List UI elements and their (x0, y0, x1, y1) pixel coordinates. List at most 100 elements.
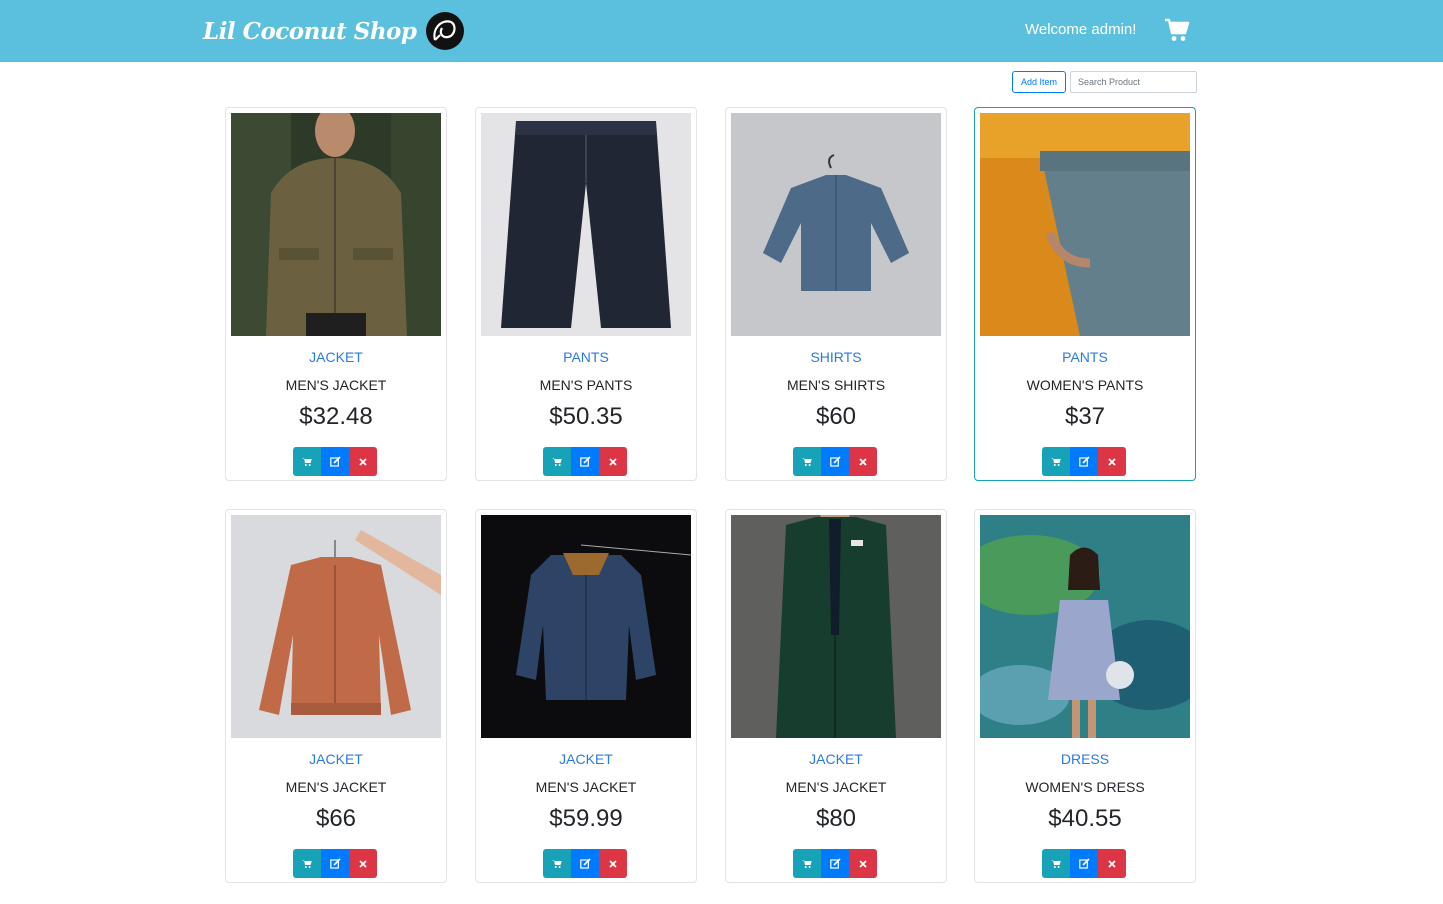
product-category[interactable]: SHIRTS (726, 349, 946, 365)
product-image[interactable] (231, 113, 441, 336)
search-input[interactable] (1070, 71, 1197, 93)
product-image[interactable] (980, 113, 1190, 336)
edit-icon (1078, 456, 1090, 467)
product-price: $40.55 (1048, 805, 1122, 832)
product-image[interactable] (231, 515, 441, 738)
delete-button[interactable] (349, 849, 377, 878)
product-name: MEN'S SHIRTS (786, 377, 886, 393)
times-icon (609, 457, 617, 466)
product-card[interactable]: JACKET MEN'S JACKET $32.48 (225, 107, 447, 481)
product-price: $50.35 (549, 403, 623, 430)
delete-button[interactable] (349, 447, 377, 476)
product-name: MEN'S JACKET (285, 779, 387, 795)
brand[interactable]: Lil Coconut Shop (203, 8, 466, 54)
product-actions (293, 447, 377, 476)
delete-button[interactable] (1098, 447, 1126, 476)
product-card[interactable]: JACKET MEN'S JACKET $80 (725, 509, 947, 883)
product-actions (1042, 447, 1126, 476)
add-to-cart-button[interactable] (1042, 849, 1070, 878)
add-to-cart-button[interactable] (293, 447, 321, 476)
shopping-cart-icon (302, 860, 312, 868)
edit-icon (329, 858, 341, 869)
product-card[interactable]: JACKET MEN'S JACKET $66 (225, 509, 447, 883)
edit-button[interactable] (1070, 447, 1098, 476)
shopping-cart-icon[interactable] (1164, 17, 1190, 43)
edit-button[interactable] (571, 849, 599, 878)
product-card[interactable]: SHIRTS MEN'S SHIRTS $60 (725, 107, 947, 481)
add-to-cart-button[interactable] (543, 849, 571, 878)
product-category[interactable]: PANTS (975, 349, 1195, 365)
product-name: MEN'S JACKET (785, 779, 887, 795)
product-actions (1042, 849, 1126, 878)
product-actions (793, 447, 877, 476)
product-card[interactable]: JACKET MEN'S JACKET $59.99 (475, 509, 697, 883)
product-image[interactable] (731, 515, 941, 738)
shopping-cart-icon (302, 458, 312, 466)
product-price: $37 (1064, 403, 1106, 430)
shopping-cart-icon (802, 860, 812, 868)
edit-icon (829, 456, 841, 467)
shopping-cart-icon (552, 860, 562, 868)
product-actions (543, 447, 627, 476)
product-name: MEN'S JACKET (535, 779, 637, 795)
product-category[interactable]: JACKET (226, 751, 446, 767)
edit-button[interactable] (821, 849, 849, 878)
edit-button[interactable] (821, 447, 849, 476)
times-icon (609, 859, 617, 868)
product-price: $59.99 (549, 805, 623, 832)
navbar: Lil Coconut Shop Welcome admin! (0, 0, 1443, 62)
product-image[interactable] (980, 515, 1190, 738)
delete-button[interactable] (849, 849, 877, 878)
times-icon (1108, 859, 1116, 868)
delete-button[interactable] (849, 447, 877, 476)
product-name: MEN'S JACKET (285, 377, 387, 393)
product-image[interactable] (481, 515, 691, 738)
edit-icon (329, 456, 341, 467)
toolbar: Add Item (1012, 71, 1197, 93)
edit-button[interactable] (571, 447, 599, 476)
product-name: WOMEN'S DRESS (1025, 779, 1145, 795)
add-item-button[interactable]: Add Item (1012, 71, 1066, 93)
product-actions (293, 849, 377, 878)
shopping-cart-icon (1051, 860, 1061, 868)
product-price: $66 (315, 805, 357, 832)
edit-button[interactable] (1070, 849, 1098, 878)
coconut-logo-icon (426, 12, 465, 50)
times-icon (859, 859, 867, 868)
product-actions (543, 849, 627, 878)
add-to-cart-button[interactable] (543, 447, 571, 476)
product-card[interactable]: PANTS WOMEN'S PANTS $37 (974, 107, 1196, 481)
delete-button[interactable] (1098, 849, 1126, 878)
shopping-cart-icon (802, 458, 812, 466)
product-category[interactable]: JACKET (476, 751, 696, 767)
delete-button[interactable] (599, 447, 627, 476)
edit-icon (579, 456, 591, 467)
edit-button[interactable] (321, 447, 349, 476)
times-icon (359, 457, 367, 466)
product-card[interactable]: PANTS MEN'S PANTS $50.35 (475, 107, 697, 481)
delete-button[interactable] (599, 849, 627, 878)
product-category[interactable]: PANTS (476, 349, 696, 365)
product-image[interactable] (731, 113, 941, 336)
product-actions (793, 849, 877, 878)
add-to-cart-button[interactable] (793, 849, 821, 878)
product-category[interactable]: JACKET (726, 751, 946, 767)
product-name: MEN'S PANTS (539, 377, 633, 393)
add-to-cart-button[interactable] (293, 849, 321, 878)
product-category[interactable]: JACKET (226, 349, 446, 365)
edit-button[interactable] (321, 849, 349, 878)
product-price: $60 (815, 403, 857, 430)
times-icon (359, 859, 367, 868)
add-to-cart-button[interactable] (793, 447, 821, 476)
brand-title: Lil Coconut Shop (203, 17, 417, 45)
shopping-cart-icon (1051, 458, 1061, 466)
edit-icon (579, 858, 591, 869)
product-image[interactable] (481, 113, 691, 336)
add-to-cart-button[interactable] (1042, 447, 1070, 476)
times-icon (859, 457, 867, 466)
product-price: $80 (815, 805, 857, 832)
product-price: $32.48 (299, 403, 373, 430)
product-card[interactable]: DRESS WOMEN'S DRESS $40.55 (974, 509, 1196, 883)
product-category[interactable]: DRESS (975, 751, 1195, 767)
welcome-text: Welcome admin! (1025, 21, 1137, 38)
